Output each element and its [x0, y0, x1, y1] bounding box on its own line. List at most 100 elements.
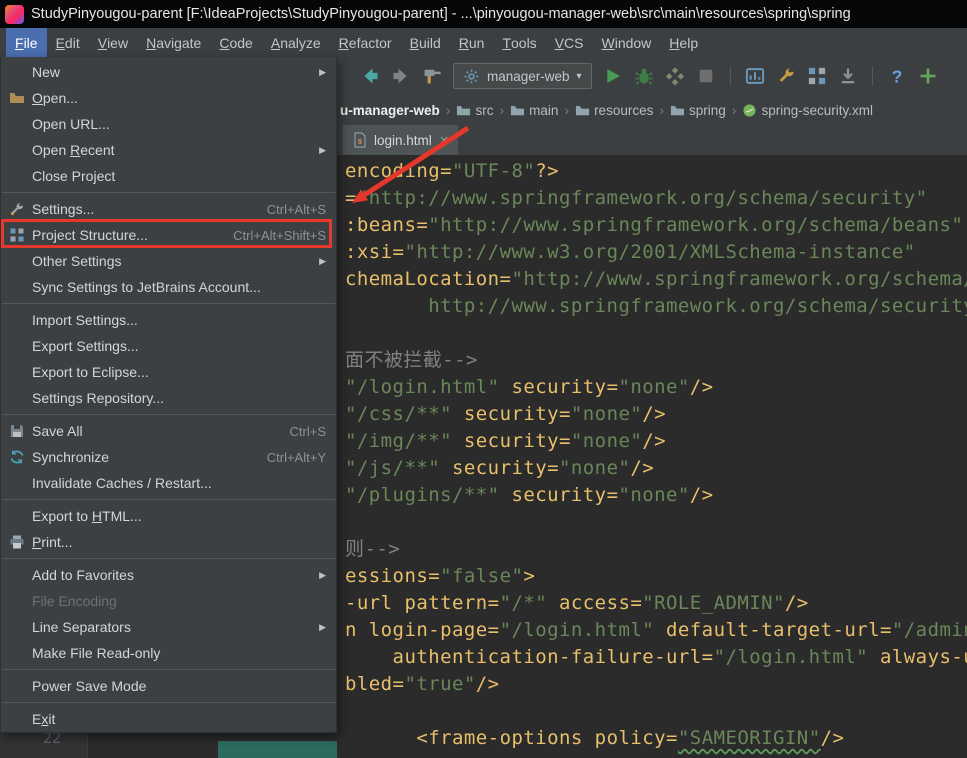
close-icon[interactable]: ×	[440, 132, 449, 149]
menu-tools[interactable]: Tools	[493, 28, 545, 57]
menu-window[interactable]: Window	[592, 28, 660, 57]
icon-spacer	[8, 116, 26, 132]
coverage-button[interactable]	[665, 66, 685, 86]
menu-item-add-to-favorites[interactable]: Add to Favorites ▶	[1, 562, 336, 588]
menu-item-settings-repository[interactable]: Settings Repository...	[1, 385, 336, 411]
menu-shortcut: Ctrl+S	[289, 423, 326, 439]
menu-item-export-to-eclipse[interactable]: Export to Eclipse...	[1, 359, 336, 385]
menu-item-new[interactable]: New ▶	[1, 59, 336, 85]
menu-navigate[interactable]: Navigate	[137, 28, 210, 57]
code-line: "/js/**" security="none"/>	[345, 457, 655, 479]
menu-item-print[interactable]: Print...	[1, 529, 336, 555]
breadcrumb-label: main	[529, 102, 559, 118]
menu-item-open-url[interactable]: Open URL...	[1, 111, 336, 137]
breadcrumb-resources[interactable]: resources	[573, 103, 655, 118]
menu-analyze[interactable]: Analyze	[262, 28, 330, 57]
menu-item-label: Save All	[32, 423, 83, 439]
icon-spacer	[8, 364, 26, 380]
code-line: <frame-options policy="SAMEORIGIN"/>	[416, 727, 845, 749]
code-line: 面不被拦截-->	[345, 349, 478, 371]
run-config-selector[interactable]: manager-web ▾	[453, 63, 592, 89]
menu-item-label: Export to Eclipse...	[32, 364, 149, 380]
menu-item-synchronize[interactable]: Synchronize Ctrl+Alt+Y	[1, 444, 336, 470]
menu-separator	[2, 192, 335, 193]
menu-item-label: Settings Repository...	[32, 390, 165, 406]
help-button[interactable]: ?	[887, 66, 907, 86]
tab-login-html[interactable]: 5 login.html ×	[343, 125, 458, 155]
download-button[interactable]	[838, 66, 858, 86]
breadcrumb-spring-security-xml[interactable]: spring-security.xml	[740, 103, 875, 118]
breadcrumb-u-manager-web[interactable]: u-manager-web	[338, 103, 442, 118]
menu-item-power-save-mode[interactable]: Power Save Mode	[1, 673, 336, 699]
breadcrumb-main[interactable]: main	[508, 103, 560, 118]
add-icon	[918, 66, 938, 86]
breadcrumb-label: resources	[594, 102, 654, 118]
menu-code[interactable]: Code	[210, 28, 261, 57]
breadcrumb-label: spring	[689, 102, 726, 118]
build-button[interactable]	[422, 66, 442, 86]
menu-help[interactable]: Help	[660, 28, 707, 57]
run-button[interactable]	[603, 66, 623, 86]
menu-item-open[interactable]: Open...	[1, 85, 336, 111]
code-line: "/css/**" security="none"/>	[345, 403, 667, 425]
menu-item-make-file-read-only[interactable]: Make File Read-only	[1, 640, 336, 666]
menu-item-label: Open URL...	[32, 116, 110, 132]
menu-item-label: Other Settings	[32, 253, 122, 269]
menu-item-line-separators[interactable]: Line Separators ▶	[1, 614, 336, 640]
menu-item-import-settings[interactable]: Import Settings...	[1, 307, 336, 333]
menu-separator	[2, 669, 335, 670]
sync-icon	[8, 449, 26, 465]
debug-icon	[634, 66, 654, 86]
spring-file-icon	[742, 103, 757, 118]
menu-item-export-to-html[interactable]: Export to HTML...	[1, 503, 336, 529]
profiler-button[interactable]	[745, 66, 765, 86]
debug-button[interactable]	[634, 66, 654, 86]
add-button[interactable]	[918, 66, 938, 86]
submenu-arrow-icon: ▶	[319, 144, 326, 155]
forward-icon	[391, 66, 411, 86]
menu-item-save-all[interactable]: Save All Ctrl+S	[1, 418, 336, 444]
menu-file[interactable]: File	[6, 28, 47, 57]
icon-spacer	[8, 567, 26, 583]
back-button[interactable]	[360, 66, 380, 86]
stop-button[interactable]	[696, 66, 716, 86]
menu-edit[interactable]: Edit	[47, 28, 89, 57]
menu-run[interactable]: Run	[450, 28, 494, 57]
settings-wrench-button[interactable]	[776, 66, 796, 86]
icon-spacer	[8, 390, 26, 406]
window-title: StudyPinyougou-parent [F:\IdeaProjects\S…	[31, 6, 851, 22]
menu-item-other-settings[interactable]: Other Settings ▶	[1, 248, 336, 274]
application-window: StudyPinyougou-parent [F:\IdeaProjects\S…	[0, 0, 967, 758]
stop-icon	[696, 66, 716, 86]
code-line: essions="false">	[345, 565, 536, 587]
menu-item-label: Settings...	[32, 201, 95, 217]
run-config-label: manager-web	[487, 68, 570, 84]
structure-button[interactable]	[807, 66, 827, 86]
menu-bar: File Edit View Navigate Code Analyze Refactor B…	[0, 28, 967, 57]
breadcrumb-spring[interactable]: spring	[668, 103, 728, 118]
menu-separator	[2, 702, 335, 703]
menu-build[interactable]: Build	[401, 28, 450, 57]
wrench-icon	[8, 201, 26, 217]
menu-item-export-settings[interactable]: Export Settings...	[1, 333, 336, 359]
icon-spacer	[8, 312, 26, 328]
icon-spacer	[8, 678, 26, 694]
annotation-red-box	[1, 219, 332, 248]
menu-item-label: Invalidate Caches / Restart...	[32, 475, 212, 491]
menu-item-open-recent[interactable]: Open Recent ▶	[1, 137, 336, 163]
breadcrumb-separator: ›	[659, 102, 665, 118]
menu-item-sync-settings-to-jetbrains-account[interactable]: Sync Settings to JetBrains Account...	[1, 274, 336, 300]
menu-refactor[interactable]: Refactor	[330, 28, 401, 57]
menu-item-label: Power Save Mode	[32, 678, 147, 694]
menu-item-close-project[interactable]: Close Project	[1, 163, 336, 189]
menu-view[interactable]: View	[89, 28, 137, 57]
menu-item-label: Close Project	[32, 168, 116, 184]
folder-bc-icon	[670, 103, 685, 118]
menu-item-invalidate-caches-restart[interactable]: Invalidate Caches / Restart...	[1, 470, 336, 496]
gear-icon	[463, 68, 480, 85]
icon-spacer	[8, 142, 26, 158]
menu-vcs[interactable]: V CS	[546, 28, 593, 57]
breadcrumb-src[interactable]: src	[454, 103, 495, 118]
menu-item-exit[interactable]: Exit	[1, 706, 336, 732]
forward-button[interactable]	[391, 66, 411, 86]
